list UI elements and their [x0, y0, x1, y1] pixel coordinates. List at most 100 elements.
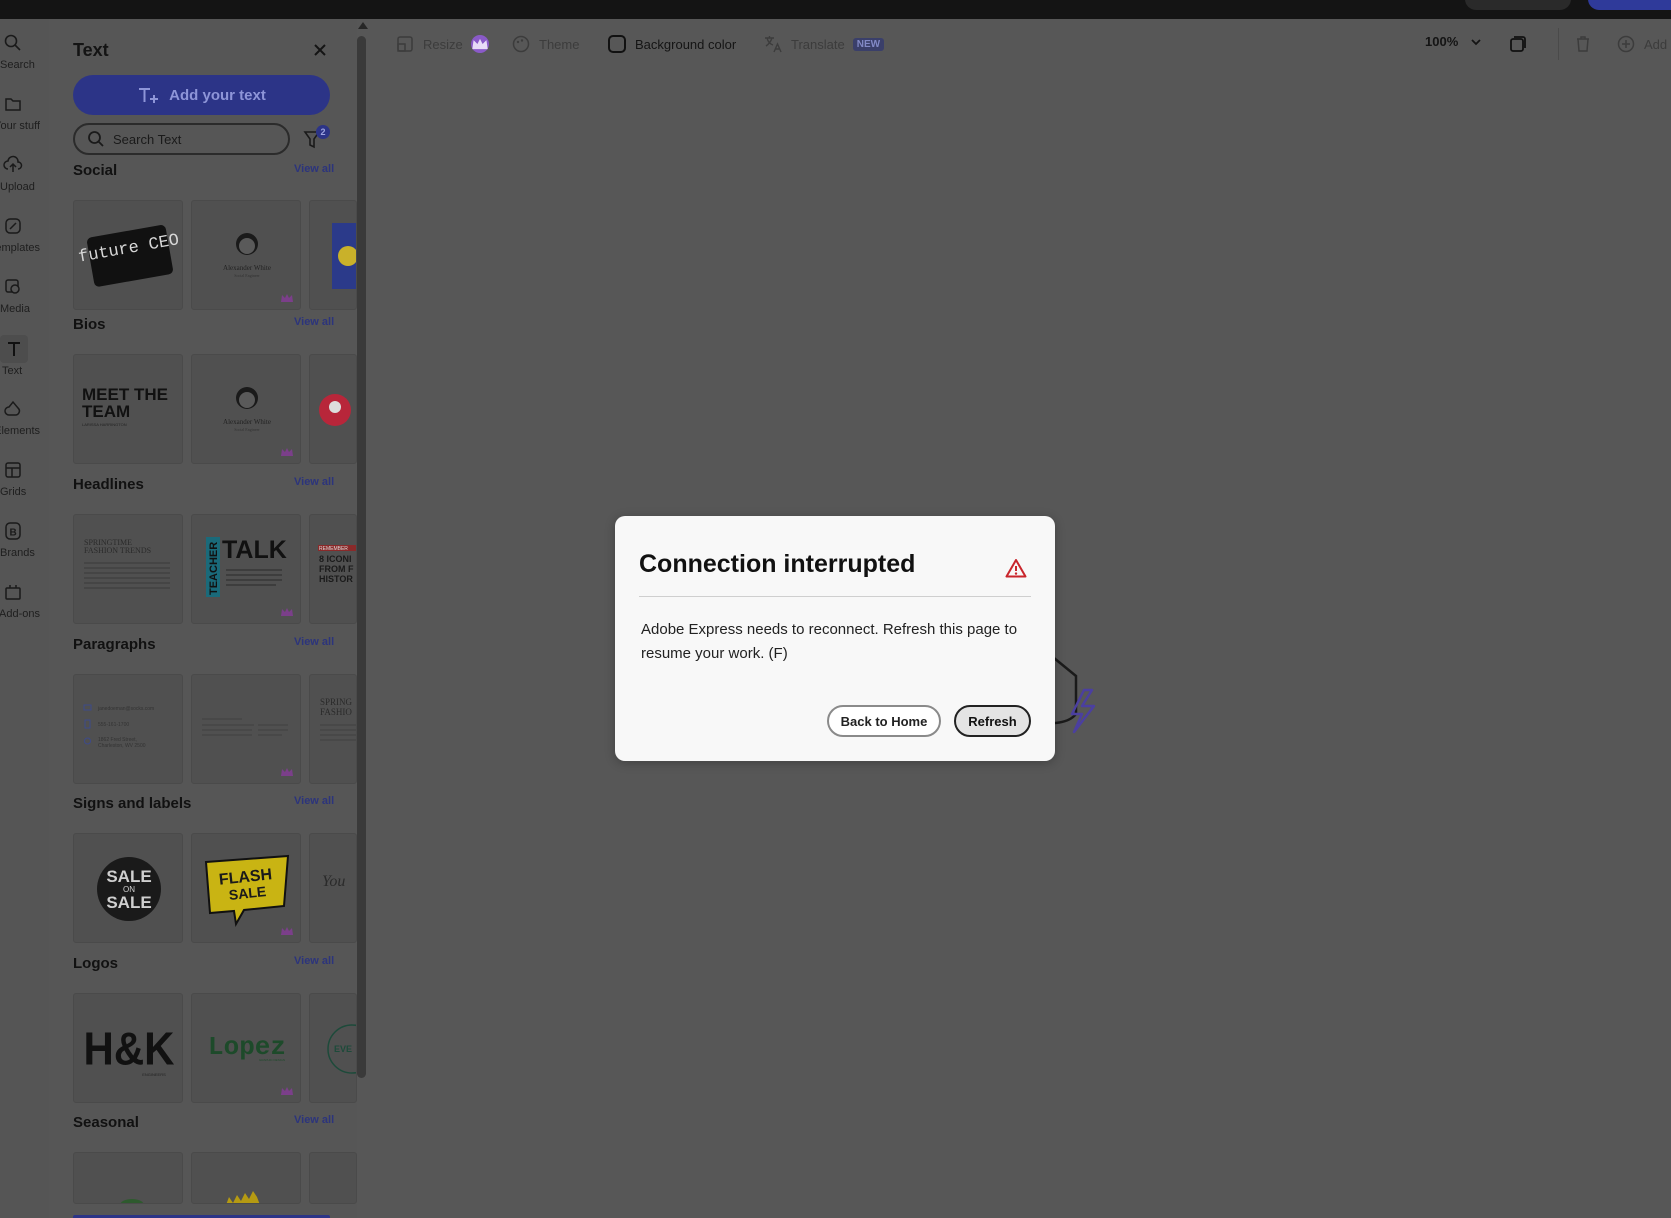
template-thumb-partial[interactable]: EVE [309, 993, 357, 1103]
template-thumb-partial[interactable] [309, 1152, 357, 1204]
rail-item-upload[interactable]: Upload [0, 155, 49, 211]
add-your-text-button[interactable]: Add your text [73, 75, 330, 115]
premium-crown-icon [281, 608, 293, 616]
share-button[interactable] [1588, 0, 1671, 10]
section-title-paragraphs: Paragraphs [73, 636, 156, 653]
thumb-text: ENGINEERS [142, 1072, 166, 1077]
rail-label: Elements [0, 425, 40, 437]
rail-item-brands[interactable]: B Brands [0, 521, 49, 577]
scrollbar-thumb[interactable] [357, 36, 366, 1078]
rail-label: Search [0, 59, 35, 71]
template-thumb-sale-on-sale[interactable]: SALE ON SALE [73, 833, 183, 943]
top-bar-button[interactable] [1465, 0, 1571, 10]
thumb-text: LARISSA HARRINGTON [82, 422, 127, 427]
text-panel: Text Add your text 2 Social View all fut… [49, 19, 369, 1218]
duplicate-page-button[interactable] [1508, 32, 1528, 56]
theme-button[interactable]: Theme [511, 32, 579, 56]
template-thumb-partial[interactable] [309, 200, 357, 310]
translate-label: Translate [791, 36, 845, 52]
view-all-paragraphs-link[interactable]: View all [294, 636, 334, 648]
disconnected-illustration [1040, 640, 1140, 760]
rail-item-text[interactable]: Text [0, 335, 49, 395]
close-icon[interactable] [311, 41, 329, 59]
rail-label: Add-ons [0, 608, 40, 620]
zoom-dropdown[interactable]: 100% [1425, 34, 1482, 49]
rail-item-addons[interactable]: Add-ons [0, 582, 49, 638]
rail-item-grids[interactable]: Grids [0, 460, 49, 516]
rail-item-media[interactable]: Media [0, 277, 49, 333]
template-thumb-partial[interactable]: You [309, 833, 357, 943]
template-thumb-teacher-talk[interactable]: TEACHER TALK [191, 514, 301, 624]
search-text-field[interactable] [73, 123, 290, 155]
view-all-headlines-link[interactable]: View all [294, 476, 334, 488]
canvas-toolbar: Resize Theme Background color Translate … [369, 19, 1671, 69]
premium-crown-icon [470, 35, 489, 53]
palette-icon [512, 35, 530, 53]
add-page-button[interactable]: Add [1616, 32, 1667, 56]
section-title-logos: Logos [73, 955, 118, 972]
rail-label: Your stuff [0, 120, 40, 132]
template-thumb-flash-sale[interactable]: FLASH SALE [191, 833, 301, 943]
template-thumb-springtime[interactable]: SPRINGTIME FASHION TRENDS [73, 514, 183, 624]
svg-text:FASHIO: FASHIO [320, 707, 352, 717]
template-thumb-alexander-white[interactable]: Alexander White Social Engineer [191, 200, 301, 310]
background-color-label: Background color [635, 36, 737, 52]
thumb-text: 555-161-1700 [98, 722, 129, 728]
view-all-signs-link[interactable]: View all [294, 795, 334, 807]
delete-page-button[interactable] [1573, 32, 1593, 56]
add-label: Add [1644, 36, 1668, 52]
template-thumb-partial[interactable] [309, 354, 357, 464]
background-color-button[interactable]: Background color [607, 32, 736, 56]
thumb-text: TEACHER [208, 542, 220, 595]
connection-interrupted-dialog: Connection interrupted Adobe Express nee… [615, 516, 1055, 761]
template-thumb-lopez[interactable]: Lopez GRAPHIC DESIGN [191, 993, 301, 1103]
translate-button[interactable]: Translate NEW [763, 32, 885, 56]
template-thumb-hk-engineers[interactable]: H&K ENGINEERS [73, 993, 183, 1103]
top-app-bar [0, 0, 1671, 19]
template-thumb-alexander-white-bio[interactable]: Alexander White Social Engineer [191, 354, 301, 464]
svg-text:B: B [10, 528, 17, 539]
view-all-seasonal-link[interactable]: View all [294, 1114, 334, 1126]
svg-text:Charleston, WV 2500: Charleston, WV 2500 [98, 743, 146, 749]
rail-item-your-stuff[interactable]: Your stuff [0, 94, 49, 150]
section-title-signs-and-labels: Signs and labels [73, 795, 192, 812]
search-text-input[interactable] [113, 131, 273, 147]
template-thumb-meet-the-team[interactable]: MEET THE TEAM LARISSA HARRINGTON [73, 354, 183, 464]
template-thumb-paragraph-letter[interactable] [191, 674, 301, 784]
view-all-bios-link[interactable]: View all [294, 316, 334, 328]
template-thumb-contact[interactable]: janedoeman@socks.com 555-161-1700 1862 F… [73, 674, 183, 784]
filter-count-badge: 2 [316, 125, 330, 139]
premium-crown-icon [281, 294, 293, 302]
section-title-social: Social [73, 162, 118, 179]
thumb-text: Alexander White [223, 264, 271, 272]
template-thumb-partial[interactable]: REMEMBER 8 ICONI FROM F HISTOR [309, 514, 357, 624]
thumb-text: SALE [106, 867, 151, 886]
left-rail: Search Your stuff Upload Templates Media… [0, 19, 49, 1218]
rail-label: Upload [0, 181, 35, 193]
panel-title: Text [73, 40, 109, 60]
theme-label: Theme [539, 36, 580, 52]
section-title-bios: Bios [73, 316, 106, 333]
rail-item-templates[interactable]: Templates [0, 216, 49, 272]
thumb-text: Alexander White [223, 418, 271, 426]
search-icon [3, 33, 23, 53]
premium-crown-icon [281, 927, 293, 935]
scroll-up-arrow[interactable] [358, 22, 368, 29]
thumb-text: Social Engineer [234, 427, 260, 432]
thumb-text: janedoeman@socks.com [97, 706, 154, 712]
resize-button[interactable]: Resize [395, 32, 489, 56]
thumb-text: GRAPHIC DESIGN [259, 1058, 285, 1062]
media-icon [3, 277, 23, 297]
view-all-logos-link[interactable]: View all [294, 955, 334, 967]
template-thumb-seasonal-1[interactable] [73, 1152, 183, 1204]
back-to-home-button[interactable]: Back to Home [827, 705, 941, 737]
folder-icon [3, 94, 23, 114]
template-thumb-partial[interactable]: SPRING FASHIO [309, 674, 357, 784]
template-thumb-future-ceo[interactable]: future CEO [73, 200, 183, 310]
template-thumb-seasonal-2[interactable] [191, 1152, 301, 1204]
rail-item-search[interactable]: Search [0, 33, 49, 89]
rail-item-elements[interactable]: Elements [0, 399, 49, 455]
svg-text:HISTOR: HISTOR [319, 574, 353, 584]
view-all-social-link[interactable]: View all [294, 163, 334, 175]
refresh-button[interactable]: Refresh [954, 705, 1031, 737]
